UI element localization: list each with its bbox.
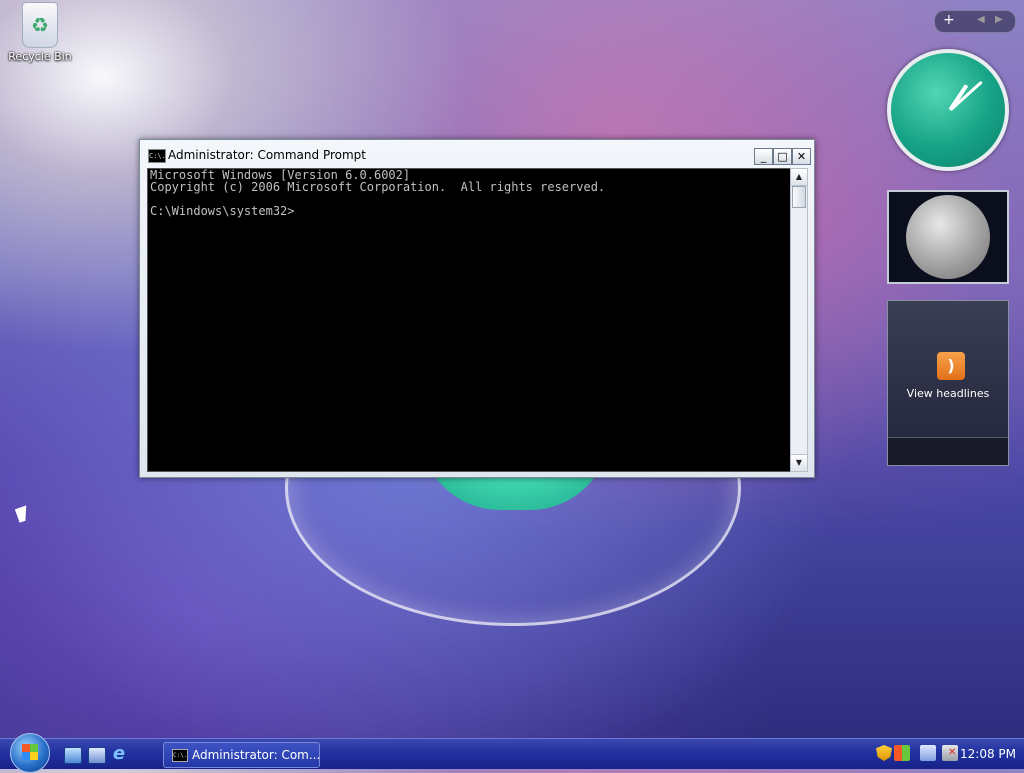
- windows-flag-icon[interactable]: [894, 745, 910, 761]
- next-page-icon[interactable]: ▶: [995, 14, 1003, 25]
- console-icon[interactable]: C:\.: [148, 149, 166, 163]
- clock-gadget[interactable]: [887, 49, 1009, 171]
- command-prompt-window[interactable]: C:\. Administrator: Command Prompt _ □ ✕…: [139, 139, 815, 478]
- switch-windows-icon[interactable]: [88, 747, 106, 764]
- internet-explorer-icon[interactable]: e: [110, 745, 128, 763]
- taskbar-item-label: Administrator: Com...: [192, 748, 321, 762]
- slideshow-gadget[interactable]: [887, 190, 1009, 284]
- windows-logo-icon-lower: [22, 752, 38, 760]
- feed-headlines-gadget[interactable]: ) View headlines: [887, 300, 1009, 466]
- view-headlines-link[interactable]: View headlines: [888, 387, 1008, 400]
- console-text[interactable]: Microsoft Windows [Version 6.0.6002] Cop…: [148, 169, 790, 217]
- recycle-bin-icon: [22, 2, 58, 48]
- console-output[interactable]: Microsoft Windows [Version 6.0.6002] Cop…: [147, 168, 791, 472]
- volume-muted-icon[interactable]: [942, 745, 958, 761]
- taskbar-clock[interactable]: 12:08 PM: [960, 747, 1016, 761]
- maximize-button[interactable]: □: [773, 148, 792, 165]
- scroll-down-arrow-icon[interactable]: ▼: [791, 454, 807, 471]
- prev-page-icon[interactable]: ◀: [977, 14, 985, 25]
- mouse-cursor-icon: [14, 505, 32, 523]
- vertical-scrollbar[interactable]: ▲ ▼: [790, 168, 808, 472]
- add-gadget-icon[interactable]: +: [943, 12, 955, 28]
- feed-gadget-footer: [888, 437, 1008, 465]
- window-titlebar[interactable]: C:\. Administrator: Command Prompt _ □ ✕: [140, 140, 814, 170]
- system-tray: 12:08 PM: [872, 742, 1022, 766]
- scroll-up-arrow-icon[interactable]: ▲: [791, 169, 807, 186]
- moon-image: [906, 195, 990, 279]
- recycle-bin-label: Recycle Bin: [8, 50, 72, 63]
- recycle-bin-shortcut[interactable]: Recycle Bin: [4, 2, 76, 63]
- start-button[interactable]: [10, 733, 50, 773]
- minimize-button[interactable]: _: [754, 148, 773, 165]
- scroll-thumb[interactable]: [792, 186, 806, 208]
- window-title: Administrator: Command Prompt: [168, 148, 366, 162]
- close-button[interactable]: ✕: [792, 148, 811, 165]
- sidebar-toolbar: + ◀ ▶: [934, 10, 1016, 33]
- network-icon[interactable]: [920, 745, 936, 761]
- console-icon: C:\.: [172, 749, 188, 762]
- taskbar: e C:\. Administrator: Com... 12:08 PM: [0, 733, 1024, 773]
- taskbar-item-command-prompt[interactable]: C:\. Administrator: Com...: [163, 742, 320, 768]
- security-shield-icon[interactable]: [876, 745, 892, 761]
- show-desktop-icon[interactable]: [64, 747, 82, 764]
- rss-icon: ): [937, 352, 965, 380]
